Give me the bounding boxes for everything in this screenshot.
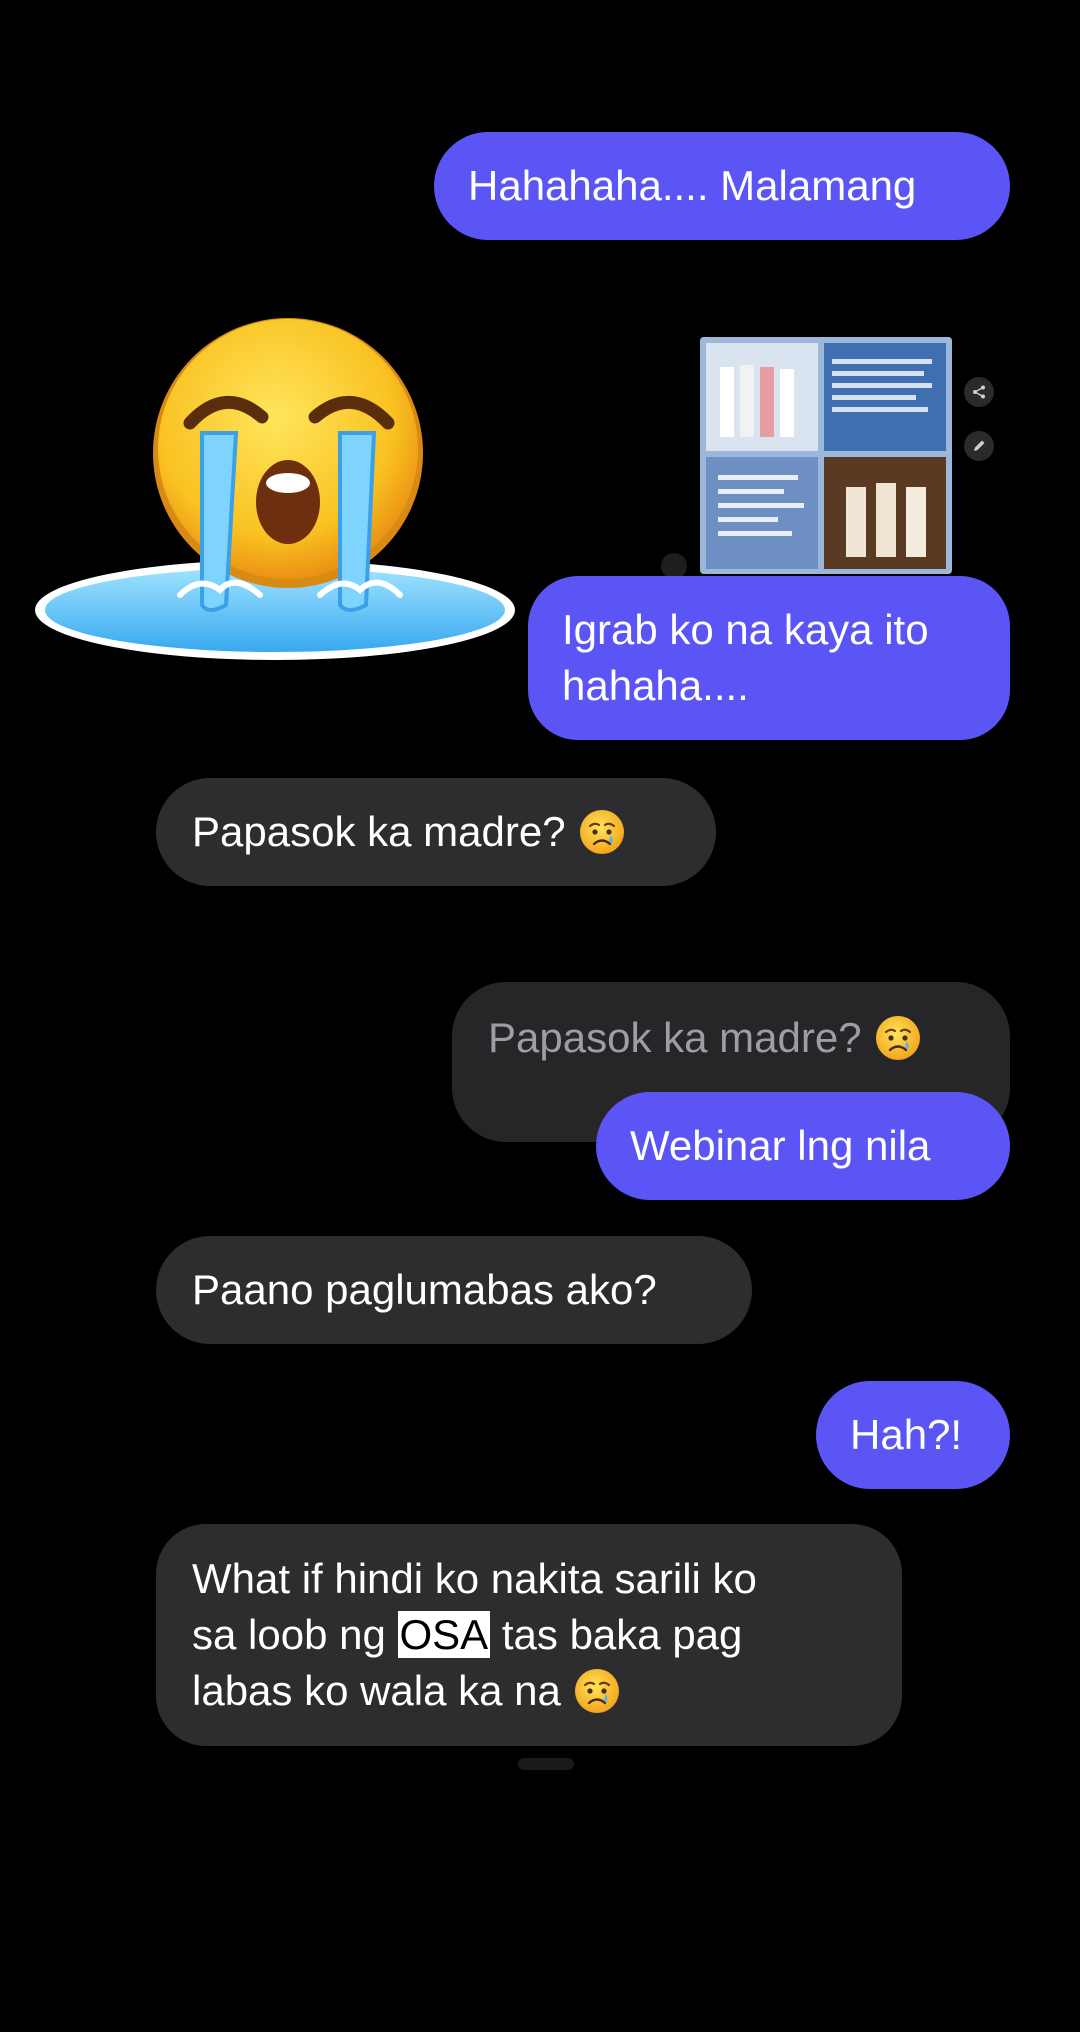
message-text-line: Igrab ko na kaya ito xyxy=(562,606,929,653)
message-bubble-sent[interactable]: Igrab ko na kaya ito hahaha.... xyxy=(528,576,1010,740)
message-bubble-received[interactable]: Papasok ka madre? xyxy=(156,778,716,886)
shared-image-thumbnail[interactable] xyxy=(700,337,952,574)
sad-but-relieved-face-icon xyxy=(874,1014,922,1062)
highlighted-word[interactable]: OSA xyxy=(397,1611,491,1658)
sad-but-relieved-face-icon xyxy=(573,1667,621,1715)
message-bubble-sent[interactable]: Hah?! xyxy=(816,1381,1010,1489)
crying-emoji-sticker[interactable] xyxy=(30,305,515,675)
message-text: Papasok ka madre? xyxy=(192,808,566,855)
share-button[interactable] xyxy=(964,377,994,407)
message-text: Hah?! xyxy=(850,1411,963,1458)
message-bubble-sent[interactable]: Webinar lng nila xyxy=(596,1092,1010,1200)
message-text-segment: sa loob ng xyxy=(192,1611,386,1658)
message-bubble-sent[interactable]: Hahahaha.... Malamang xyxy=(434,132,1010,240)
share-icon xyxy=(973,385,985,399)
image-icon xyxy=(700,337,952,574)
typing-indicator xyxy=(518,1758,574,1770)
pencil-icon xyxy=(974,440,985,451)
message-bubble-received[interactable]: Paano paglumabas ako? xyxy=(156,1236,752,1344)
sad-but-relieved-face-icon xyxy=(578,808,626,856)
message-text-segment: tas baka pag xyxy=(501,1611,743,1658)
edit-button[interactable] xyxy=(964,431,994,461)
message-text-segment: labas ko wala ka na xyxy=(192,1667,561,1714)
message-text-line: hahaha.... xyxy=(562,662,749,709)
message-text-line: sa loob ng OSA tas baka pag xyxy=(192,1607,742,1663)
message-bubble-received[interactable]: What if hindi ko nakita sarili ko sa loo… xyxy=(156,1524,902,1746)
message-text: Paano paglumabas ako? xyxy=(192,1266,657,1313)
message-text-line: labas ko wala ka na xyxy=(192,1663,621,1719)
message-text: Webinar lng nila xyxy=(630,1122,931,1169)
message-text-line: What if hindi ko nakita sarili ko xyxy=(192,1555,757,1602)
message-text: Hahahaha.... Malamang xyxy=(468,162,917,209)
crying-face-icon xyxy=(35,318,515,660)
quoted-message-text: Papasok ka madre? xyxy=(488,1014,862,1061)
